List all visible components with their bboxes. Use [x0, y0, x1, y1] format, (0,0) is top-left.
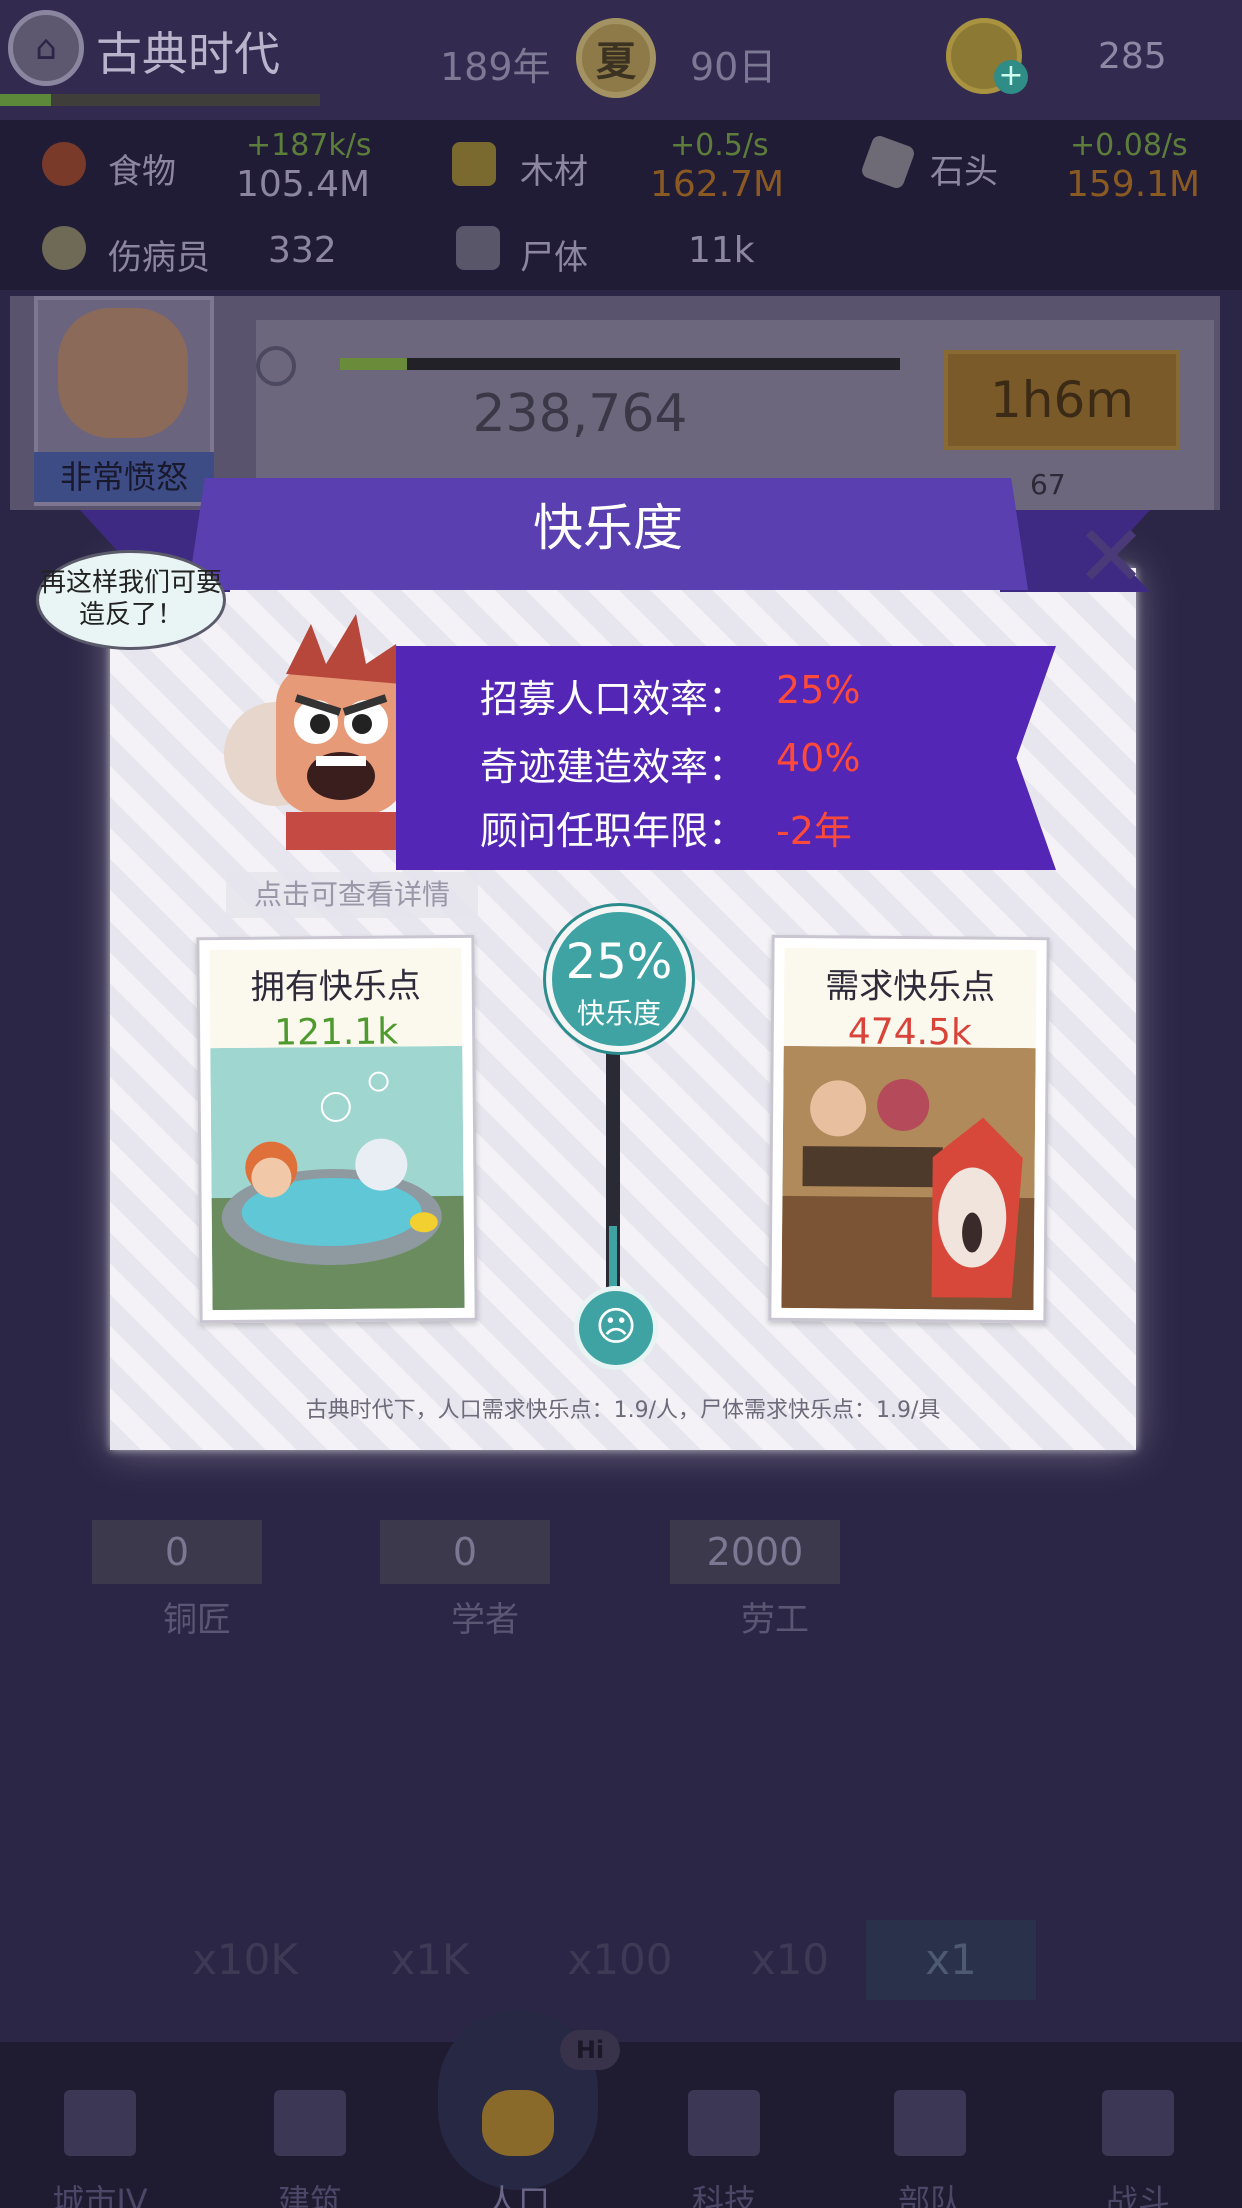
effect-label: 顾问任职年限： — [480, 809, 747, 853]
stone-value: 159.1M — [1066, 164, 1201, 205]
era-title: 古典时代 — [96, 27, 280, 81]
multiplier-x1k[interactable]: x1K — [380, 1920, 480, 2000]
gem-count: 67 — [1030, 468, 1066, 501]
job-coppersmith[interactable]: 0 铜匠 — [92, 1520, 302, 1641]
stone-rate: +0.08/s — [1070, 128, 1188, 163]
food-label: 食物 — [108, 152, 176, 192]
add-gold-icon[interactable]: + — [994, 60, 1028, 94]
hi-badge: Hi — [560, 2030, 620, 2070]
corpse-icon — [456, 226, 500, 270]
nav-label: 建筑 — [277, 2182, 342, 2208]
multiplier-x1[interactable]: x1 — [866, 1920, 1036, 2000]
nav-tech[interactable]: 科技 — [644, 2042, 804, 2208]
wounded-label: 伤病员 — [108, 238, 210, 278]
nav-troops[interactable]: 部队 — [850, 2042, 1010, 2208]
job-count: 0 — [92, 1520, 262, 1584]
era-progress-bar — [0, 94, 320, 106]
food-rate: +187k/s — [246, 128, 372, 163]
job-laborer[interactable]: 2000 劳工 — [670, 1520, 880, 1641]
clock-icon — [256, 346, 296, 386]
card-header: 拥有快乐点 121.1k — [209, 947, 463, 1054]
effect-label: 招募人口效率： — [480, 677, 747, 721]
owned-happiness-card[interactable]: 拥有快乐点 121.1k — [196, 934, 478, 1324]
citizen-icon — [482, 2090, 554, 2156]
wounded-icon — [42, 226, 86, 270]
nav-items: 城市IV 建筑 人口 科技 部队 战斗 — [0, 2042, 1242, 2208]
wood-rate: +0.5/s — [670, 128, 769, 163]
required-title: 需求快乐点 — [825, 966, 996, 1008]
effect-value: -2年 — [776, 809, 852, 853]
multiplier-selector: x10K x1K x100 x10 x1 — [180, 1920, 1080, 2010]
banner-icon — [894, 2090, 966, 2156]
multiplier-x10[interactable]: x10 — [740, 1920, 840, 2000]
happiness-gauge: 25% 快乐度 — [546, 906, 692, 1052]
effect-label: 奇迹建造效率： — [480, 745, 747, 789]
job-name: 铜匠 — [163, 1600, 231, 1640]
nav-city[interactable]: 城市IV — [20, 2042, 180, 2208]
job-name: 学者 — [451, 1600, 519, 1640]
wood-label: 木材 — [520, 152, 588, 192]
effect-value: 25% — [776, 668, 861, 712]
owned-title: 拥有快乐点 — [250, 966, 421, 1008]
era-icon[interactable]: ⌂ — [8, 10, 84, 86]
happiness-label: 快乐度 — [576, 997, 661, 1030]
nav-battle[interactable]: 战斗 — [1058, 2042, 1218, 2208]
season-badge: 夏 — [576, 18, 656, 98]
stone-label: 石头 — [930, 152, 998, 192]
wood-value: 162.7M — [650, 164, 785, 205]
leader-mood-label: 非常愤怒 — [34, 452, 214, 502]
job-count: 0 — [380, 1520, 550, 1584]
required-happiness-card[interactable]: 需求快乐点 474.5k — [768, 934, 1050, 1324]
nav-label: 科技 — [691, 2182, 756, 2208]
food-value: 105.4M — [236, 164, 371, 205]
nav-label: 战斗 — [1105, 2182, 1170, 2208]
speech-bubble: 再这样我们可要造反了！ — [36, 550, 226, 650]
effect-advisor-term: 顾问任职年限： -2年 — [480, 800, 1000, 860]
modal-title: 快乐度 — [533, 499, 683, 557]
happiness-percent: 25% — [565, 934, 673, 990]
angry-citizen-illustration — [224, 614, 406, 850]
multiplier-x10k[interactable]: x10K — [180, 1920, 310, 2000]
nav-buildings[interactable]: 建筑 — [230, 2042, 390, 2208]
leader-portrait — [58, 308, 188, 438]
job-count: 2000 — [670, 1520, 840, 1584]
crossed-swords-icon — [1102, 2090, 1174, 2156]
population-progress-bar — [340, 358, 900, 370]
unhappy-scene-illustration — [781, 1045, 1036, 1311]
effect-wonder-efficiency: 奇迹建造效率： 40% — [480, 736, 1000, 796]
effect-value: 40% — [776, 736, 861, 780]
hot-spring-illustration — [210, 1045, 465, 1311]
gold-count: 285 — [1098, 36, 1167, 77]
nav-label: 部队 — [897, 2182, 962, 2208]
job-name: 劳工 — [741, 1600, 809, 1640]
modal-footnote: 古典时代下，人口需求快乐点：1.9/人，尸体需求快乐点：1.9/具 — [305, 1398, 941, 1423]
wounded-value: 332 — [268, 230, 337, 271]
multiplier-x100[interactable]: x100 — [550, 1920, 690, 2000]
close-button[interactable]: ✕ — [1068, 514, 1154, 600]
book-icon — [688, 2090, 760, 2156]
nav-label: 人口 — [485, 2182, 550, 2208]
details-hint[interactable]: 点击可查看详情 — [226, 872, 478, 918]
population-value: 238,764 — [472, 384, 688, 444]
effect-recruit-efficiency: 招募人口效率： 25% — [480, 668, 1000, 728]
nav-label: 城市IV — [52, 2182, 148, 2208]
corpse-label: 尸体 — [520, 238, 588, 278]
corpse-value: 11k — [688, 230, 755, 271]
year-label: 189年 — [440, 45, 551, 89]
job-scholar[interactable]: 0 学者 — [380, 1520, 590, 1641]
day-label: 90日 — [690, 45, 777, 89]
house-icon — [274, 2090, 346, 2156]
card-header: 需求快乐点 474.5k — [783, 947, 1037, 1054]
castle-icon — [64, 2090, 136, 2156]
food-icon — [42, 142, 86, 186]
wood-icon — [452, 142, 496, 186]
timer-button[interactable]: 1h6m — [944, 350, 1180, 450]
sad-face-icon: ☹ — [574, 1286, 658, 1370]
